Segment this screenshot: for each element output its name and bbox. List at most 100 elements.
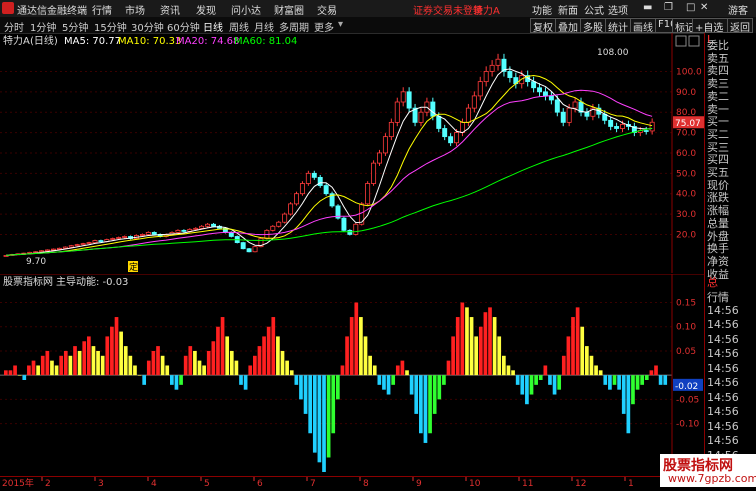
momentum-bar	[216, 326, 220, 376]
period-30min[interactable]: 30分钟	[131, 19, 164, 34]
period-weekly[interactable]: 周线	[229, 19, 249, 34]
menu-market[interactable]: 市场	[125, 2, 145, 17]
period-more[interactable]: 更多	[314, 19, 334, 34]
ma-line-ma5	[6, 68, 653, 256]
period-1min[interactable]: 1分钟	[30, 19, 56, 34]
menu-discover[interactable]: 发现	[196, 2, 216, 17]
momentum-bar	[455, 317, 460, 376]
menu-ask[interactable]: 问小达	[231, 2, 261, 17]
add-watchlist-button[interactable]: +自选	[692, 18, 728, 33]
menu-options[interactable]: 选项	[608, 2, 628, 17]
chevron-down-icon[interactable]: ▾	[338, 19, 343, 30]
momentum-bar	[631, 375, 635, 405]
candle	[205, 223, 211, 227]
momentum-bar	[96, 350, 100, 376]
menu-new-panel[interactable]: 新面	[558, 2, 578, 17]
restore-icon[interactable]: ❐	[664, 2, 673, 13]
candle	[211, 223, 217, 227]
price-tick-label: 30.0	[676, 210, 696, 220]
momentum-bar	[400, 360, 405, 376]
momentum-bar	[437, 375, 442, 400]
ma60-label: MA60: 81.04	[234, 36, 297, 47]
momentum-bar	[345, 336, 349, 376]
momentum-bar	[87, 336, 91, 376]
momentum-bar	[77, 350, 82, 376]
momentum-bar	[626, 375, 631, 434]
menu-trade[interactable]: 交易	[317, 2, 337, 17]
candle	[305, 172, 311, 184]
momentum-bar	[156, 346, 160, 376]
candle	[341, 217, 347, 231]
candle	[560, 111, 566, 123]
candle	[430, 101, 436, 117]
candle	[454, 132, 460, 144]
candle	[80, 243, 86, 246]
candle	[608, 119, 614, 127]
adjust-button[interactable]: 复权	[530, 18, 556, 34]
period-monthly[interactable]: 月线	[254, 19, 274, 34]
multi-stock-button[interactable]: 多股	[580, 18, 606, 34]
momentum-bar	[658, 375, 663, 385]
momentum-bar	[68, 355, 73, 376]
period-multi[interactable]: 多周期	[279, 19, 309, 34]
momentum-bar	[451, 336, 455, 376]
price-tick-label: 40.0	[676, 190, 696, 200]
candle	[382, 136, 388, 154]
panel-zoom-icon[interactable]	[688, 35, 700, 47]
menu-news[interactable]: 资讯	[160, 2, 180, 17]
close-icon[interactable]: ✕	[700, 2, 708, 13]
candle	[400, 91, 406, 103]
candlestick-chart[interactable]: 100.090.080.070.060.050.040.030.020.075.…	[0, 33, 705, 273]
momentum-bar	[483, 312, 488, 376]
momentum-bar	[146, 360, 151, 376]
momentum-bar	[552, 375, 557, 395]
momentum-bar	[13, 365, 17, 376]
candle	[317, 176, 323, 186]
candle	[388, 121, 394, 138]
panel-settings-icon[interactable]	[675, 35, 687, 47]
overlay-button[interactable]: 叠加	[555, 18, 581, 34]
momentum-bar	[585, 346, 589, 376]
momentum-bar	[266, 326, 271, 376]
momentum-bar	[520, 375, 525, 395]
candle	[542, 91, 548, 97]
user-label[interactable]: 游客	[728, 2, 748, 17]
momentum-bar	[391, 375, 396, 385]
momentum-bar	[63, 350, 68, 376]
period-daily[interactable]: 日线	[203, 19, 223, 34]
period-5min[interactable]: 5分钟	[62, 19, 88, 34]
ma-line-ma60	[6, 127, 653, 256]
side-tick-time: 14:56	[707, 303, 739, 317]
candle	[643, 130, 649, 132]
maximize-icon[interactable]: □	[686, 2, 695, 13]
momentum-bar	[575, 307, 580, 376]
indicator-panel[interactable]: 0.15 0.10 0.05 -0.05 -0.10 -0.02 股票指标网 主导动能: …	[0, 273, 704, 476]
candle	[483, 71, 489, 83]
indicator-last-label: -0.02	[675, 382, 698, 392]
momentum-bar	[414, 375, 419, 414]
momentum-bar	[621, 375, 626, 414]
draw-line-button[interactable]: 画线	[630, 18, 656, 34]
period-60min[interactable]: 60分钟	[167, 19, 200, 34]
menu-market-quotes[interactable]: 行情	[92, 2, 112, 17]
ma20-label: MA20: 74.68	[176, 36, 239, 47]
indicator-name: 股票指标网	[3, 275, 53, 288]
momentum-bar	[289, 370, 294, 376]
momentum-bar	[82, 341, 87, 376]
menu-wealth-circle[interactable]: 财富圈	[274, 2, 304, 17]
period-tick[interactable]: 分时	[4, 19, 24, 34]
period-15min[interactable]: 15分钟	[94, 19, 127, 34]
candle	[365, 183, 371, 205]
momentum-bar	[395, 365, 400, 376]
minimize-icon[interactable]: ▬	[643, 2, 653, 13]
candle	[406, 91, 412, 109]
momentum-bar	[4, 370, 8, 376]
stats-button[interactable]: 统计	[605, 18, 631, 34]
candle	[418, 111, 424, 123]
back-button[interactable]: 返回	[727, 18, 753, 34]
menu-functions[interactable]: 功能	[532, 2, 552, 17]
price-tick-label: 50.0	[676, 169, 696, 179]
price-chart-panel[interactable]: 100.0 90.0 80.0 70.0 60.0 50.0 40.0 30.0 20.0 75.…	[0, 33, 705, 273]
momentum-bar-chart[interactable]: 0.15 0.10 0.05 -0.05 -0.10 -0.02 股票指标网 主导动能: …	[0, 273, 704, 476]
menu-formula[interactable]: 公式	[584, 2, 604, 17]
